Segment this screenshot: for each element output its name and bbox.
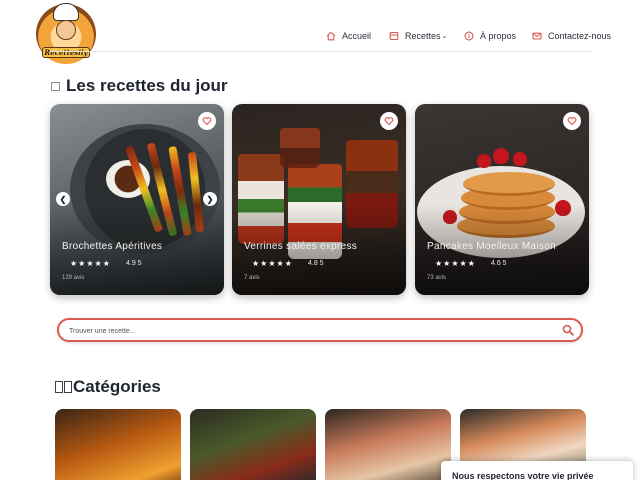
section-title-day: Les recettes du jour — [51, 76, 228, 96]
recipe-card[interactable]: Brochettes Apéritives ★★★★★ 4.9 5 129 av… — [50, 104, 224, 295]
nav-item-apropos[interactable]: À propos — [464, 28, 516, 44]
recipe-title: Brochettes Apéritives — [62, 241, 163, 252]
nav-label-accueil: Accueil — [342, 31, 372, 41]
recipe-title: Verrines salées express — [244, 241, 358, 252]
review-count: 7 avis — [244, 275, 260, 281]
square-icon — [55, 381, 63, 393]
heart-icon — [202, 117, 212, 126]
recipe-title: Pancakes Moelleux Maison — [427, 241, 556, 252]
favorite-button[interactable] — [380, 112, 398, 130]
section-title-categories: Catégories — [55, 377, 161, 397]
section-title-categories-text: Catégories — [73, 377, 161, 396]
review-count: 73 avis — [427, 275, 447, 281]
home-icon — [326, 31, 336, 41]
chef-hat-icon — [53, 3, 79, 21]
search-bar — [57, 318, 583, 342]
rating-stars: ★★★★★ — [435, 259, 476, 268]
site-header: Recettesily Accueil Recettes ⌄ À propos … — [0, 0, 640, 64]
carousel-prev-button[interactable]: ❮ — [56, 192, 70, 206]
nav-item-contact[interactable]: Contactez-nous — [532, 28, 611, 44]
square-icon — [51, 81, 60, 91]
nav-label-contact: Contactez-nous — [548, 31, 612, 41]
info-icon — [464, 31, 474, 41]
privacy-banner[interactable]: Nous respectons votre vie privée — [441, 461, 633, 480]
heart-icon — [567, 117, 577, 126]
pancake — [463, 172, 555, 196]
chevron-left-icon: ❮ — [59, 194, 67, 204]
heart-icon — [384, 117, 394, 126]
chef-face-icon — [56, 20, 76, 40]
strawberry — [493, 148, 509, 164]
site-logo[interactable]: Recettesily — [36, 3, 96, 64]
rating-stars: ★★★★★ — [252, 259, 293, 268]
book-icon — [389, 31, 399, 41]
review-count: 129 avis — [62, 275, 85, 281]
strawberry — [477, 154, 491, 168]
verrine-glass — [280, 128, 320, 168]
logo-text: Recettesily — [42, 47, 90, 58]
recipe-card[interactable]: Pancakes Moelleux Maison ★★★★★ 4.6 5 73 … — [415, 104, 589, 295]
section-title-day-text: Les recettes du jour — [66, 76, 228, 95]
favorite-button[interactable] — [198, 112, 216, 130]
rating-value: 4.9 5 — [126, 260, 142, 267]
search-icon[interactable] — [562, 324, 574, 336]
chevron-right-icon: ❯ — [206, 194, 214, 204]
search-input[interactable] — [69, 324, 549, 338]
nav-item-recettes[interactable]: Recettes ⌄ — [389, 28, 447, 44]
strawberry — [513, 152, 527, 166]
privacy-banner-text: Nous respectons votre vie privée — [452, 471, 594, 480]
rating-value: 4.8 5 — [308, 260, 324, 267]
rating-value: 4.6 5 — [491, 260, 507, 267]
favorite-button[interactable] — [563, 112, 581, 130]
nav-item-accueil[interactable]: Accueil — [326, 28, 371, 44]
category-tile[interactable] — [55, 409, 181, 480]
nav-label-apropos: À propos — [480, 31, 517, 41]
carousel-next-button[interactable]: ❯ — [203, 192, 217, 206]
square-icon — [64, 381, 72, 393]
category-tile[interactable] — [325, 409, 451, 480]
header-divider — [50, 51, 592, 52]
nav-label-recettes: Recettes — [405, 31, 441, 41]
chevron-down-icon: ⌄ — [441, 33, 448, 40]
mail-icon — [532, 32, 542, 40]
recipe-card[interactable]: Verrines salées express ★★★★★ 4.8 5 7 av… — [232, 104, 406, 295]
category-tile[interactable] — [190, 409, 316, 480]
rating-stars: ★★★★★ — [70, 259, 111, 268]
